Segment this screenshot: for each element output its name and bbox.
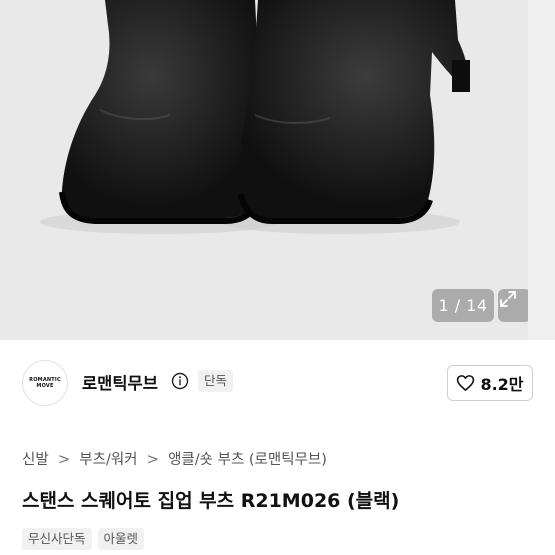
brand-name[interactable]: 로맨틱무브 — [82, 370, 158, 394]
image-counter: 1 / 14 — [432, 289, 494, 322]
breadcrumb-item[interactable]: 부츠/워커 — [79, 448, 137, 469]
like-button[interactable]: 8.2만 — [447, 365, 533, 401]
chevron-right-icon: > — [146, 449, 160, 468]
brand-row: ROMANTIC MOVE 로맨틱무브 단독 8.2만 — [0, 355, 555, 407]
brand-logo[interactable]: ROMANTIC MOVE — [22, 360, 68, 406]
heart-outline-icon — [457, 375, 475, 391]
brand-logo-text: MOVE — [36, 383, 54, 389]
expand-arrows-icon — [500, 291, 516, 307]
breadcrumb-item[interactable]: 신발 — [22, 448, 49, 469]
expand-image-button[interactable] — [498, 289, 528, 322]
tag-musinsa-exclusive: 무신사단독 — [22, 528, 92, 550]
product-image[interactable]: 1 / 14 — [0, 0, 528, 340]
next-image-peek — [528, 0, 555, 340]
breadcrumb: 신발 > 부츠/워커 > 앵클/숏 부츠 (로맨틱무브) — [22, 448, 327, 469]
info-icon[interactable] — [171, 372, 189, 390]
product-title: 스탠스 스퀘어토 집업 부츠 R21M026 (블랙) — [22, 490, 400, 512]
exclusive-badge: 단독 — [198, 370, 234, 392]
chevron-right-icon: > — [57, 449, 71, 468]
tag-outlet: 아울렛 — [97, 528, 145, 550]
product-tags: 무신사단독 아울렛 — [22, 528, 145, 550]
breadcrumb-item[interactable]: 앵클/숏 부츠 (로맨틱무브) — [168, 448, 327, 469]
like-count: 8.2만 — [480, 375, 524, 394]
